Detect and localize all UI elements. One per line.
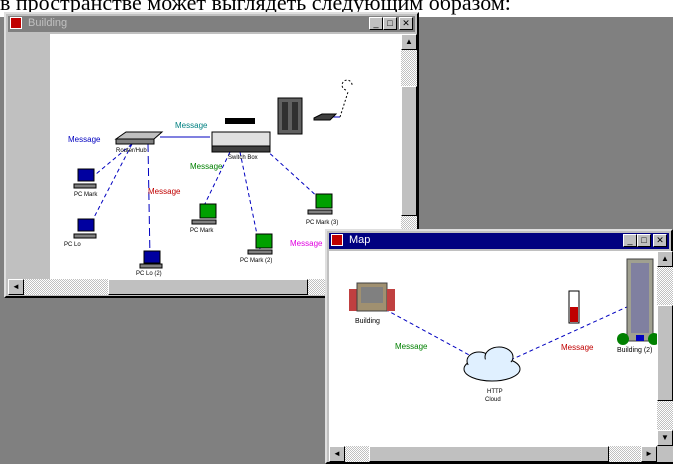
antenna-icon — [341, 79, 353, 91]
message-label: Message — [175, 121, 208, 130]
window-title: Building — [28, 17, 68, 29]
map-titlebar[interactable]: Map _ □ ✕ — [329, 233, 669, 249]
link-building-cloud — [378, 305, 485, 364]
device-label: PC Mark (2) — [240, 258, 272, 264]
scroll-corner — [657, 446, 673, 462]
maximize-button[interactable]: □ — [637, 234, 651, 247]
scroll-thumb[interactable] — [657, 305, 673, 401]
scroll-up-button[interactable]: ▲ — [401, 34, 417, 50]
window-title: Map — [349, 234, 371, 246]
switch-icon[interactable] — [211, 118, 271, 153]
cloud-icon[interactable] — [463, 346, 521, 382]
pc-icon[interactable] — [247, 233, 273, 255]
device-label: Router/Hub — [116, 148, 147, 154]
device-label: Switch Box — [228, 155, 258, 161]
app-icon[interactable] — [331, 234, 343, 246]
modem-icon[interactable] — [313, 113, 338, 121]
cloud-label: HTTP — [487, 389, 503, 395]
link-cloud-building2 — [503, 305, 630, 364]
scroll-up-button[interactable]: ▲ — [657, 251, 673, 267]
pc-icon[interactable] — [191, 203, 217, 225]
pc-icon[interactable] — [73, 168, 97, 189]
device-label: PC Lo — [64, 242, 81, 248]
app-icon[interactable] — [10, 17, 22, 29]
horizontal-scrollbar[interactable]: ◄ ► — [329, 446, 657, 462]
pc-icon[interactable] — [307, 193, 333, 215]
device-label: PC Lo (2) — [136, 271, 162, 277]
scroll-left-button[interactable]: ◄ — [8, 279, 24, 295]
scroll-thumb[interactable] — [401, 86, 417, 216]
maximize-button[interactable]: □ — [383, 17, 397, 30]
building-icon[interactable] — [349, 282, 395, 312]
message-label: Message — [395, 342, 428, 351]
map-window[interactable]: Map _ □ ✕ Message Message Building Build… — [325, 229, 673, 464]
scroll-left-button[interactable]: ◄ — [329, 446, 345, 462]
building-titlebar[interactable]: Building _ □ ✕ — [8, 16, 415, 32]
minimize-button[interactable]: _ — [369, 17, 383, 30]
cloud-label: Cloud — [485, 397, 501, 403]
close-button[interactable]: ✕ — [399, 17, 413, 30]
pc-icon[interactable] — [73, 218, 97, 239]
map-canvas[interactable]: Message Message Building Building (2) HT… — [329, 251, 657, 446]
device-label: PC Mark — [190, 228, 214, 234]
message-label: Message — [68, 135, 101, 144]
scroll-down-button[interactable]: ▼ — [657, 430, 673, 446]
link-hub-pc3 — [147, 143, 151, 260]
scroll-thumb[interactable] — [369, 446, 609, 462]
message-label: Message — [148, 187, 181, 196]
vertical-scrollbar[interactable]: ▲ ▼ — [657, 251, 673, 446]
message-label: Message — [190, 162, 223, 171]
scroll-right-button[interactable]: ► — [641, 446, 657, 462]
scroll-thumb[interactable] — [108, 279, 308, 295]
map-diagram: Message Message Building Building (2) HT… — [349, 258, 657, 403]
pc-icon[interactable] — [139, 250, 163, 269]
close-button[interactable]: ✕ — [653, 234, 667, 247]
link-switch-pc6 — [264, 148, 321, 200]
link-modem-antenna — [339, 91, 349, 118]
message-label: Message — [290, 239, 323, 248]
hub-icon[interactable] — [114, 131, 164, 145]
thermometer-gauge-icon — [568, 290, 580, 324]
building-icon[interactable] — [617, 258, 657, 345]
building-label: Building — [355, 318, 380, 325]
building-label: Building (2) — [617, 347, 652, 354]
device-label: PC Mark — [74, 192, 98, 198]
device-label: PC Mark (3) — [306, 220, 338, 226]
message-label: Message — [561, 343, 594, 352]
server-icon[interactable] — [277, 97, 303, 135]
minimize-button[interactable]: _ — [623, 234, 637, 247]
